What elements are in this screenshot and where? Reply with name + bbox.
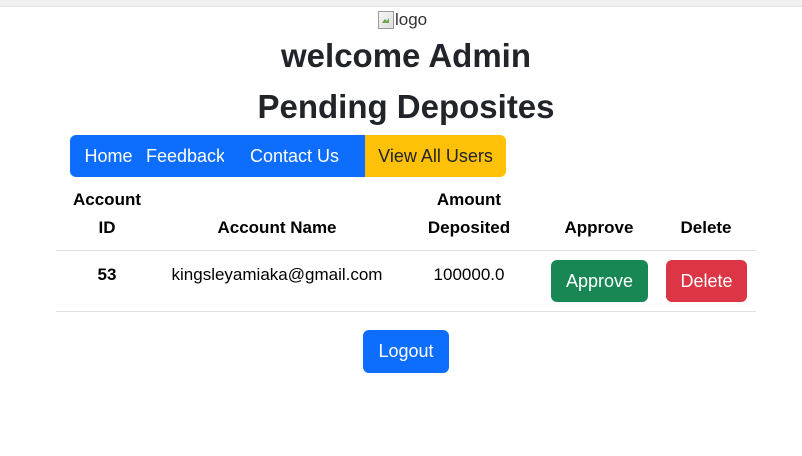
nav-item-view-all-users[interactable]: View All Users	[365, 135, 506, 177]
header-amount-line2: Deposited	[427, 218, 511, 237]
nav-item-home[interactable]: Home	[70, 135, 147, 177]
delete-button[interactable]: Delete	[666, 260, 747, 302]
nav-item-feedback[interactable]: Feedback	[146, 135, 225, 177]
header-account-id-line2: ID	[98, 218, 116, 237]
nav-bar: Home Feedback Contact Us View All Users	[70, 135, 506, 177]
page-title: Pending Deposites	[257, 88, 555, 125]
cell-amount: 100000.0	[433, 265, 505, 284]
welcome-heading: welcome Admin	[281, 37, 531, 74]
header-account-id-line1: Account	[73, 190, 141, 209]
logo-image: logo	[378, 8, 427, 32]
header-amount-line1: Amount	[436, 190, 502, 209]
broken-image-icon	[378, 11, 394, 29]
header-delete: Delete	[680, 218, 732, 237]
cell-account-id: 53	[97, 265, 117, 284]
browser-top-strip	[0, 0, 802, 7]
cell-account-name: kingsleyamiaka@gmail.com	[171, 265, 383, 284]
header-account-name: Account Name	[217, 218, 337, 237]
nav-item-contact-us[interactable]: Contact Us	[224, 135, 365, 177]
row-divider	[56, 311, 756, 312]
logout-button[interactable]: Logout	[363, 330, 449, 373]
logo-alt-text: logo	[395, 10, 428, 29]
header-divider	[56, 250, 756, 251]
approve-button[interactable]: Approve	[551, 260, 648, 302]
header-approve: Approve	[564, 218, 634, 237]
